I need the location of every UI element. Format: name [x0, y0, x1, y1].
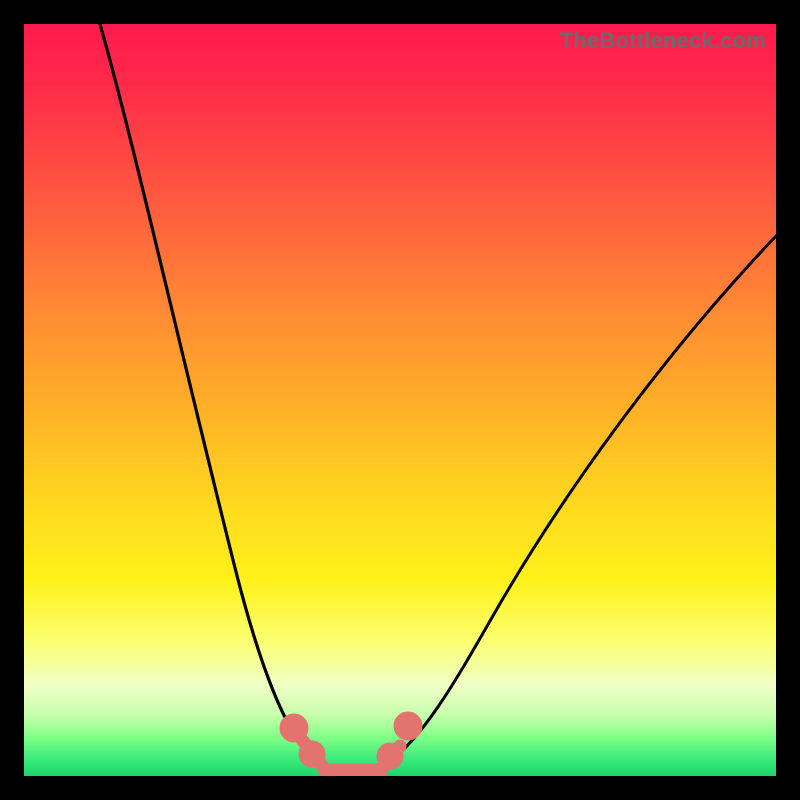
bottleneck-curve-svg	[24, 24, 776, 776]
bottleneck-curve-left	[100, 24, 320, 766]
plot-area: TheBottleneck.com	[24, 24, 776, 776]
bottleneck-curve-right	[384, 236, 776, 766]
flat-minimum-marker	[286, 718, 416, 770]
outer-frame: TheBottleneck.com	[0, 0, 800, 800]
